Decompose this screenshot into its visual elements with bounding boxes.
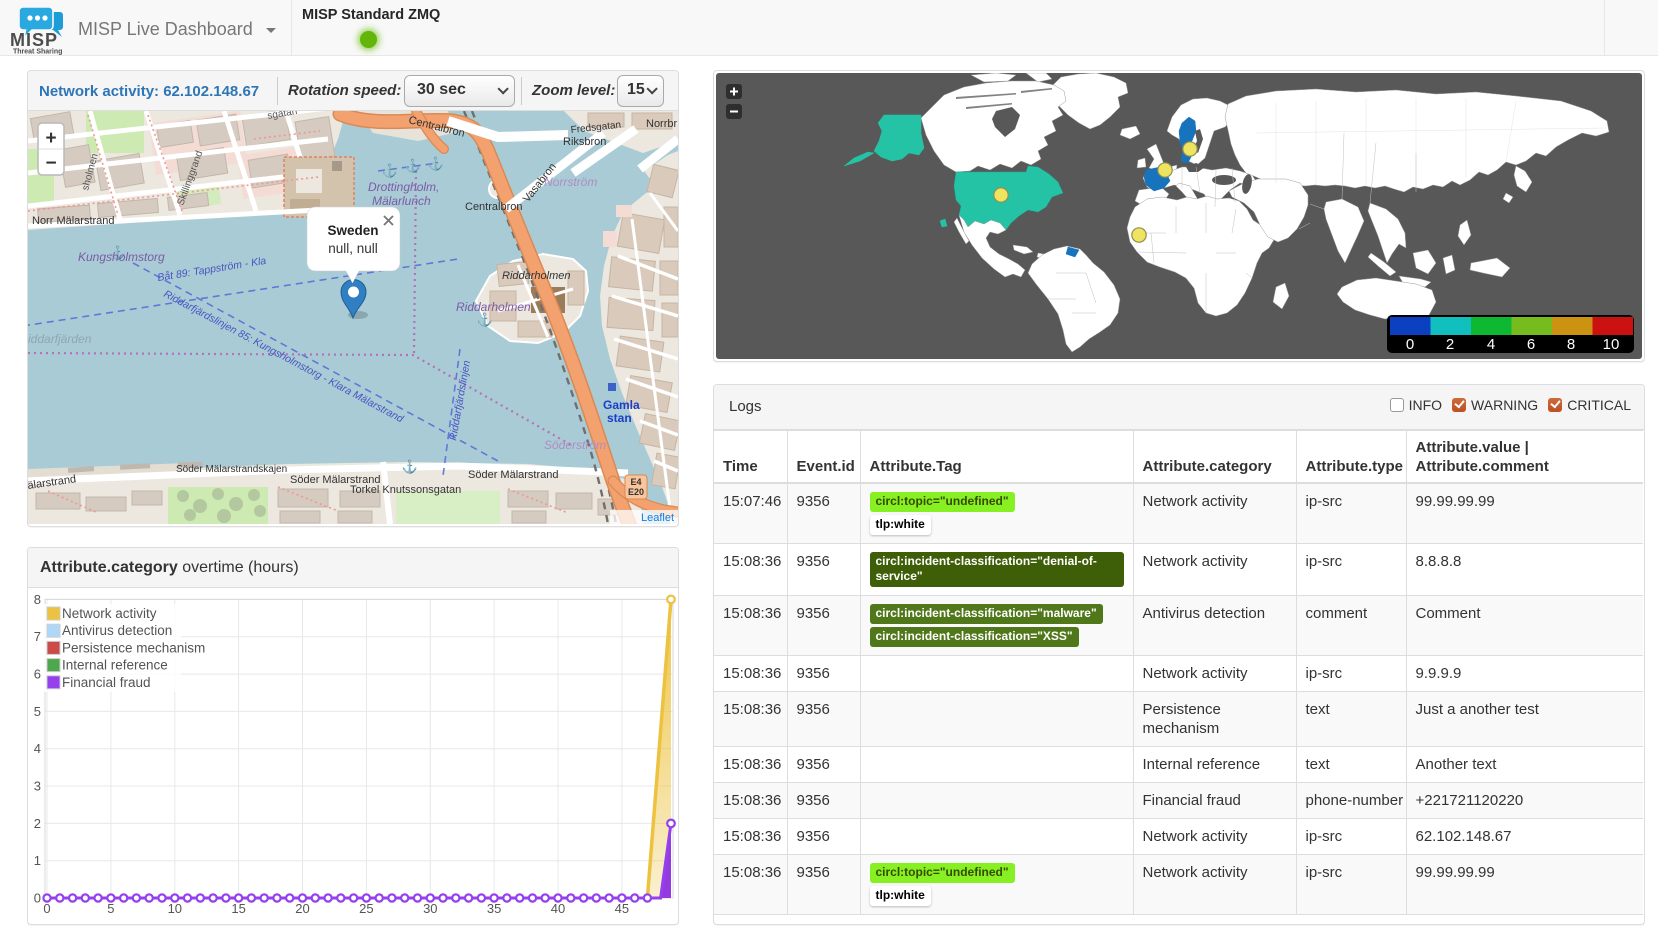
svg-text:Norrbr: Norrbr [646, 118, 678, 130]
svg-text:⚓: ⚓ [477, 312, 493, 327]
svg-text:Gamla: Gamla [603, 398, 640, 412]
svg-text:Norr Mälarstrand: Norr Mälarstrand [32, 215, 115, 227]
svg-text:Threat Sharing: Threat Sharing [13, 49, 62, 56]
svg-text:−: − [45, 153, 56, 174]
svg-text:0: 0 [1406, 336, 1414, 353]
svg-text:Drottingholm,: Drottingholm, [368, 180, 439, 194]
svg-text:⚓: ⚓ [402, 459, 418, 474]
svg-text:⚓: ⚓ [405, 158, 421, 173]
svg-text:E20: E20 [628, 487, 644, 497]
svg-text:35: 35 [487, 901, 501, 916]
svg-text:0: 0 [43, 901, 50, 916]
svg-text:1: 1 [34, 853, 41, 868]
svg-text:20: 20 [295, 901, 309, 916]
svg-text:Riddarholmen: Riddarholmen [456, 300, 531, 314]
svg-text:2: 2 [34, 816, 41, 831]
svg-text:40: 40 [551, 901, 565, 916]
svg-text:MISP: MISP [10, 30, 58, 50]
svg-text:iddarfjärden: iddarfjärden [28, 332, 92, 346]
svg-text:Antivirus detection: Antivirus detection [62, 623, 172, 638]
svg-text:Mälarlunch: Mälarlunch [372, 194, 431, 208]
svg-text:Riddarholmen: Riddarholmen [502, 270, 570, 282]
svg-text:25: 25 [359, 901, 373, 916]
svg-text:Torkel Knutssonsgatan: Torkel Knutssonsgatan [350, 484, 461, 496]
svg-text:Network activity: Network activity [62, 606, 157, 621]
svg-text:15: 15 [231, 901, 245, 916]
svg-text:8: 8 [1567, 336, 1575, 353]
svg-text:Söder Mälarstrand: Söder Mälarstrand [468, 469, 559, 481]
svg-text:5: 5 [107, 901, 114, 916]
svg-text:Norrström: Norrström [544, 175, 597, 189]
svg-text:Financial fraud: Financial fraud [62, 675, 151, 690]
svg-text:Persistence mechanism: Persistence mechanism [62, 640, 205, 655]
svg-text:3: 3 [34, 779, 41, 794]
svg-text:Sweden: Sweden [327, 223, 378, 238]
svg-text:6: 6 [1527, 336, 1535, 353]
svg-text:10: 10 [1603, 336, 1620, 353]
svg-text:⚓: ⚓ [382, 163, 398, 178]
svg-text:0: 0 [34, 891, 41, 906]
svg-text:⚓: ⚓ [428, 156, 444, 171]
svg-text:Riksbron: Riksbron [563, 136, 606, 148]
svg-text:Internal reference: Internal reference [62, 658, 168, 673]
svg-text:Leaflet: Leaflet [641, 512, 674, 524]
svg-text:5: 5 [34, 704, 41, 719]
svg-text:6: 6 [34, 667, 41, 682]
svg-text:null, null: null, null [328, 241, 378, 256]
svg-text:4: 4 [1487, 336, 1495, 353]
svg-text:7: 7 [34, 629, 41, 644]
svg-text:stan: stan [607, 411, 632, 425]
svg-text:10: 10 [168, 901, 182, 916]
svg-text:E4: E4 [630, 477, 641, 487]
svg-text:8: 8 [34, 592, 41, 607]
svg-text:Söder Mälarstrandskajen: Söder Mälarstrandskajen [176, 464, 287, 475]
svg-text:2: 2 [1446, 336, 1454, 353]
svg-text:4: 4 [34, 741, 41, 756]
svg-text:Kungsholmstorg: Kungsholmstorg [78, 250, 165, 264]
svg-text:Söderström: Söderström [544, 438, 606, 452]
svg-text:Centralbron: Centralbron [465, 201, 522, 213]
svg-text:30: 30 [423, 901, 437, 916]
svg-text:+: + [45, 128, 56, 149]
svg-text:45: 45 [615, 901, 629, 916]
